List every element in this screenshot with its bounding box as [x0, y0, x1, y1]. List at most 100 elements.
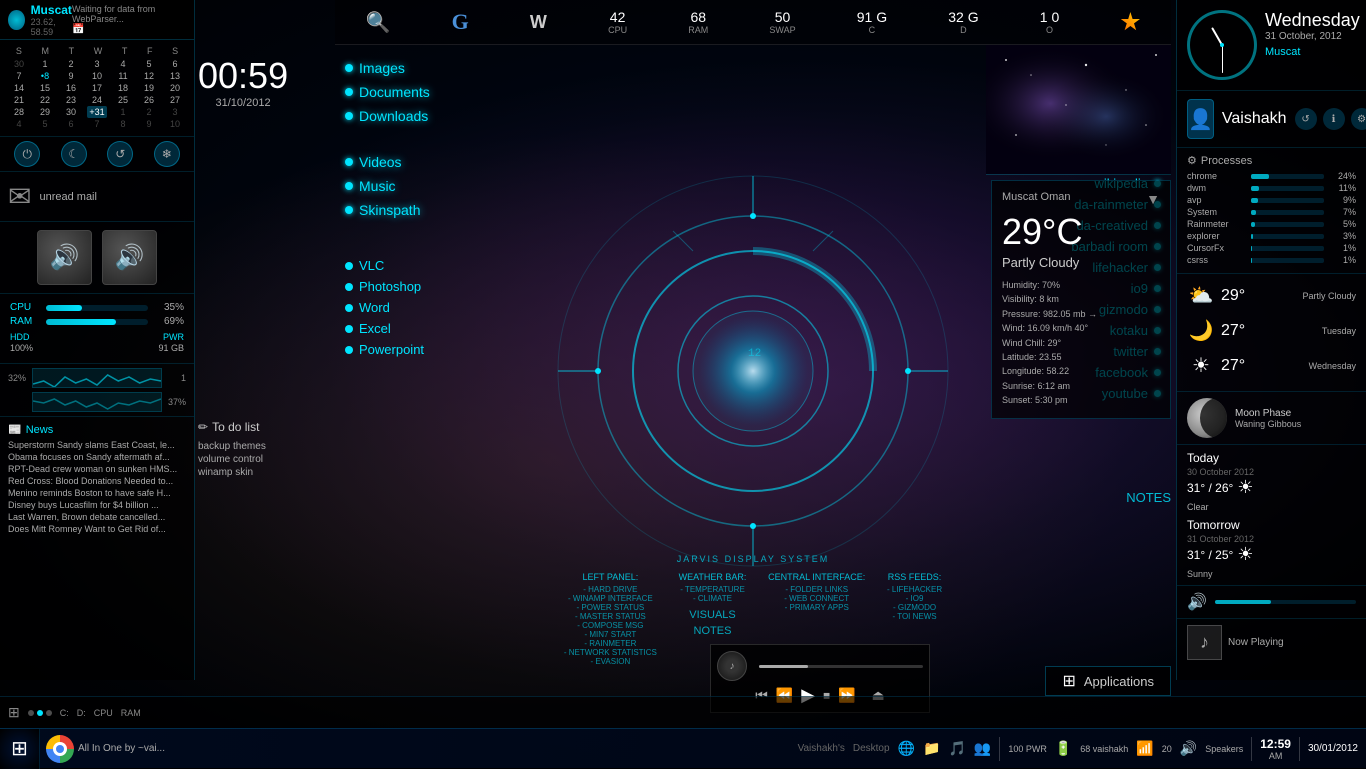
now-playing-label: Now Playing: [1228, 637, 1284, 648]
nav-powerpoint[interactable]: Powerpoint: [345, 342, 430, 357]
c-drive-metric: 91 G C: [857, 9, 887, 35]
fc-icon-2: 🌙: [1187, 318, 1215, 343]
bb-dots: [28, 710, 52, 716]
news-section: 📰 News Superstorm Sandy slams East Coast…: [0, 417, 194, 542]
wind: Wind: 16.09 km/h 40°: [1002, 321, 1160, 335]
nav-excel[interactable]: Excel: [345, 321, 430, 336]
ram-graph: [32, 392, 162, 412]
tray-vaishakh: 68 vaishakh: [1080, 744, 1128, 754]
taskbar-browser-icon[interactable]: 🌐: [898, 740, 915, 757]
nav-vlc[interactable]: VLC: [345, 258, 430, 273]
volume-icon: 🔊: [1187, 592, 1207, 612]
pwr-label: PWR: [158, 332, 184, 342]
news-item-4[interactable]: Red Cross: Blood Donations Needed to...: [8, 476, 186, 486]
nav-dot-images: [345, 64, 353, 72]
explorer-bar: [1251, 234, 1253, 239]
tray-wifi-icon[interactable]: 📶: [1136, 740, 1153, 757]
longitude: Longitude: 58.22: [1002, 364, 1160, 378]
nav-word[interactable]: Word: [345, 300, 430, 315]
applications-button[interactable]: ⊞ Applications: [1045, 666, 1171, 696]
cpu-metric: 42 CPU: [608, 9, 627, 35]
news-item-5[interactable]: Menino reminds Boston to have safe H...: [8, 488, 186, 498]
tray-speaker-icon[interactable]: 🔊: [1180, 740, 1197, 757]
gb-val: 91 GB: [158, 343, 184, 353]
news-item-3[interactable]: RPT-Dead crew woman on sunken HMS...: [8, 464, 186, 474]
svg-text:12: 12: [748, 348, 761, 360]
player-disc: ♪: [717, 651, 747, 681]
search-icon[interactable]: 🔍: [366, 10, 391, 35]
dot-2: [37, 710, 43, 716]
nav-dot-vid: [345, 158, 353, 166]
apps-icon: ⊞: [1062, 671, 1075, 691]
moon-info: Moon Phase Waning Gibbous: [1235, 408, 1301, 429]
user-icons: ↺ ℹ ⚙: [1295, 108, 1366, 130]
tray-period: AM: [1260, 751, 1291, 761]
dot-3: [46, 710, 52, 716]
sleep-button[interactable]: ☾: [61, 141, 87, 167]
tray-battery-icon: 🔋: [1055, 740, 1072, 757]
taskbar-chrome-icon[interactable]: [46, 735, 74, 763]
cal-week-1: 30 1 2 3 4 5 6: [6, 58, 188, 70]
power-button[interactable]: ⏻: [14, 141, 40, 167]
star-icon: [1120, 12, 1140, 32]
weather-dropdown[interactable]: ▼: [1146, 191, 1160, 207]
system-tray: Vaishakh's Desktop 🌐 📁 🎵 👥 100 PWR 🔋 68 …: [790, 737, 1366, 761]
space-image: [986, 45, 1171, 175]
tomorrow-high: 31° / 25°: [1187, 548, 1233, 562]
nav-videos[interactable]: Videos: [345, 154, 430, 170]
cal-week-6: 4 5 6 7 8 9 10: [6, 118, 188, 130]
todo-item-3: winamp skin: [198, 466, 328, 479]
nav-music[interactable]: Music: [345, 178, 430, 194]
google-icon[interactable]: G: [452, 9, 469, 35]
nav-skinspath[interactable]: Skinspath: [345, 202, 430, 218]
clock-center: [1220, 43, 1224, 47]
tomorrow-desc: Sunny: [1187, 569, 1356, 579]
lock-button[interactable]: ❄: [154, 141, 180, 167]
refresh-icon[interactable]: ↺: [1295, 108, 1317, 130]
speaker-right: 🔊: [102, 230, 157, 285]
speakers-area: 🔊 🔊: [0, 222, 194, 294]
news-item-8[interactable]: Does Mitt Romney Want to Get Rid of...: [8, 524, 186, 534]
bottom-bar-d: D:: [77, 708, 86, 718]
tray-clock[interactable]: 12:59 AM: [1260, 737, 1291, 761]
rainmeter-bar: [1251, 222, 1255, 227]
jarvis-title: jarvis display system: [553, 554, 953, 564]
news-title: 📰 News: [8, 423, 186, 436]
user-name: Vaishakh: [1222, 110, 1287, 128]
analog-clock-area: Wednesday 31 October, 2012 Muscat: [1177, 0, 1366, 91]
clock-date: 31/10/2012: [198, 97, 288, 109]
mail-label: unread mail: [39, 191, 96, 203]
hdd-label: HDD: [10, 332, 33, 342]
nav-dot-excel: [345, 325, 353, 333]
chrome-bar: [1251, 174, 1269, 179]
wikipedia-icon[interactable]: W: [530, 12, 547, 33]
cal-header: S M T W T F S: [6, 46, 188, 56]
fc-row-2: 🌙 27° Tuesday: [1187, 315, 1356, 346]
info-icon[interactable]: ℹ: [1323, 108, 1345, 130]
fc-day-2: Tuesday: [1322, 326, 1356, 336]
ram-row: RAM 69%: [10, 316, 184, 327]
nav-downloads[interactable]: Downloads: [345, 108, 430, 124]
news-item-6[interactable]: Disney buys Lucasfilm for $4 billion ...: [8, 500, 186, 510]
news-item-2[interactable]: Obama focuses on Sandy aftermath af...: [8, 452, 186, 462]
nav-photoshop[interactable]: Photoshop: [345, 279, 430, 294]
applications-label: Applications: [1084, 674, 1154, 689]
restart-button[interactable]: ↺: [107, 141, 133, 167]
start-button[interactable]: ⊞: [0, 729, 40, 769]
tray-separator-3: [1299, 737, 1300, 761]
weekly-forecast: ⛅ 29° Partly Cloudy 🌙 27° Tuesday ☀ 27° …: [1177, 274, 1366, 392]
news-item-7[interactable]: Last Warren, Brown debate cancelled...: [8, 512, 186, 522]
taskbar-folder-icon[interactable]: 📁: [923, 740, 940, 757]
settings-icon[interactable]: ⚙: [1351, 108, 1366, 130]
taskbar-people-icon[interactable]: 👥: [974, 740, 991, 757]
taskbar-music-icon2[interactable]: 🎵: [948, 740, 965, 757]
news-item-1[interactable]: Superstorm Sandy slams East Coast, le...: [8, 440, 186, 450]
date-full: 31 October, 2012: [1265, 31, 1360, 42]
nav-dot-ps: [345, 283, 353, 291]
nav-documents[interactable]: Documents: [345, 84, 430, 100]
hdd-val: 100%: [10, 343, 33, 353]
ram-bar-bg: [46, 319, 148, 325]
cpu-bar-fill: [46, 305, 82, 311]
mail-area[interactable]: ✉ unread mail: [0, 172, 194, 222]
nav-images[interactable]: Images: [345, 60, 430, 76]
